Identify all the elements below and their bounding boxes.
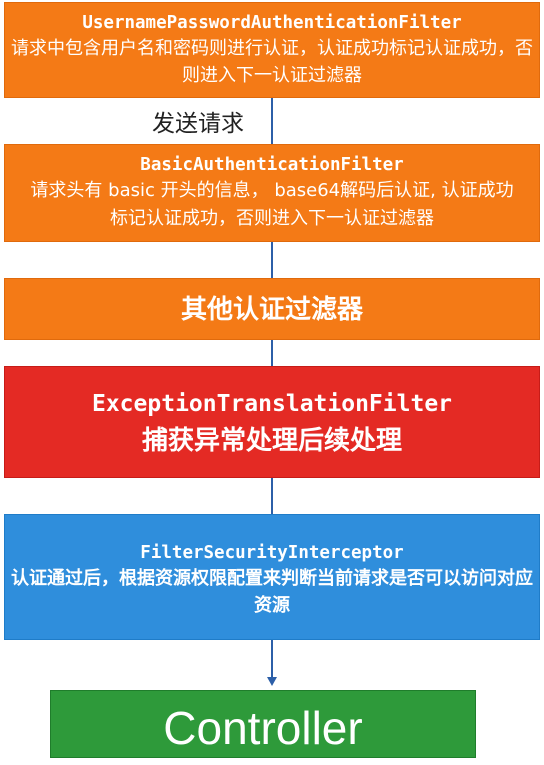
- upaf-title: UsernamePasswordAuthenticationFilter: [82, 13, 462, 33]
- fsi-desc: 认证通过后，根据资源权限配置来判断当前请求是否可以访问对应资源: [11, 568, 533, 616]
- basic-desc: 请求头有 basic 开头的信息， base64解码后认证, 认证成功标记认证成…: [30, 180, 514, 229]
- send-request-label: 发送请求: [152, 111, 244, 137]
- connector-line-5: [271, 640, 273, 678]
- exception-translation-filter-box: ExceptionTranslationFilter 捕获异常处理后续处理: [4, 366, 540, 478]
- basic-title: BasicAuthenticationFilter: [140, 155, 404, 175]
- other-title: 其他认证过滤器: [180, 295, 363, 325]
- controller-title: Controller: [163, 702, 363, 754]
- connector-line-2: [271, 242, 273, 278]
- etf-title: ExceptionTranslationFilter: [91, 391, 453, 417]
- etf-desc: 捕获异常处理后续处理: [141, 426, 402, 456]
- connector-line-1: [271, 98, 273, 144]
- connector-line-4: [271, 478, 273, 514]
- connector-line-3: [271, 340, 273, 366]
- basic-auth-filter-box: BasicAuthenticationFilter 请求头有 basic 开头的…: [4, 144, 540, 242]
- username-password-filter-box: UsernamePasswordAuthenticationFilter 请求中…: [4, 2, 540, 98]
- fsi-title: FilterSecurityInterceptor: [140, 543, 404, 563]
- filter-security-interceptor-box: FilterSecurityInterceptor 认证通过后，根据资源权限配置…: [4, 514, 540, 640]
- other-filters-box: 其他认证过滤器: [4, 278, 540, 340]
- upaf-desc: 请求中包含用户名和密码则进行认证，认证成功标记认证成功，否则进入下一认证过滤器: [11, 38, 533, 86]
- controller-box: Controller: [50, 690, 476, 758]
- arrowhead-icon: [267, 677, 277, 686]
